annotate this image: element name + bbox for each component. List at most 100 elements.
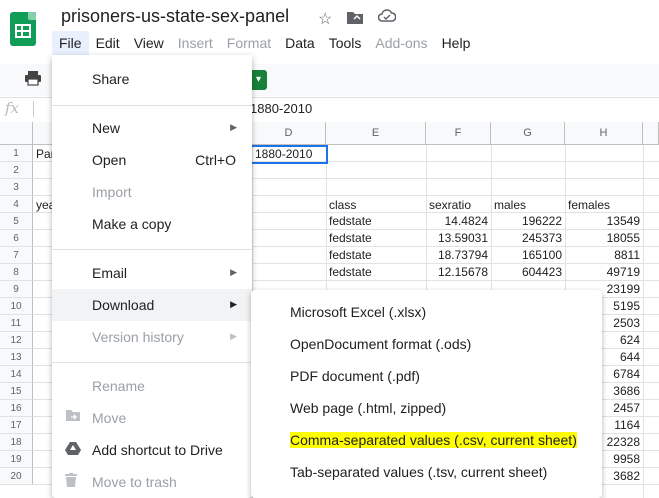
print-icon[interactable]	[24, 70, 42, 91]
menu-item-download[interactable]: Download ▶	[52, 289, 252, 321]
row-header[interactable]: 7	[0, 247, 33, 264]
row-header[interactable]: 16	[0, 400, 33, 417]
menu-item-email[interactable]: Email ▶	[52, 257, 252, 289]
cell-females[interactable]: 8811	[565, 247, 643, 264]
row-header[interactable]: 10	[0, 298, 33, 315]
download-html[interactable]: Web page (.html, zipped)	[251, 392, 602, 424]
menu-item-label: New	[92, 120, 121, 136]
menu-item-label: Import	[92, 184, 132, 200]
cell-class[interactable]: fedstate	[326, 264, 426, 281]
cell-females[interactable]: 13549	[565, 213, 643, 230]
cell-sexratio[interactable]: 13.59031	[426, 230, 491, 247]
column-header-i[interactable]	[643, 122, 659, 145]
row-header[interactable]: 9	[0, 281, 33, 298]
column-header-h[interactable]: H	[565, 122, 643, 145]
row-header[interactable]: 15	[0, 383, 33, 400]
menu-item-rename[interactable]: Rename	[52, 370, 252, 402]
cell-females[interactable]: 49719	[565, 264, 643, 281]
row-header[interactable]: 8	[0, 264, 33, 281]
menu-file[interactable]: File	[52, 31, 89, 55]
header-class[interactable]: class	[326, 197, 426, 214]
menu-item-label: Share	[92, 71, 130, 87]
column-header-f[interactable]: F	[426, 122, 491, 145]
menu-addons[interactable]: Add-ons	[368, 31, 434, 55]
menu-item-import[interactable]: Import	[52, 176, 252, 208]
menu-item-label: Microsoft Excel (.xlsx)	[290, 304, 427, 320]
menu-item-version-history[interactable]: Version history ▶	[52, 321, 252, 353]
menu-tools[interactable]: Tools	[322, 31, 369, 55]
menu-format[interactable]: Format	[220, 31, 278, 55]
download-submenu: Microsoft Excel (.xlsx) OpenDocument for…	[251, 290, 602, 498]
download-ods[interactable]: OpenDocument format (.ods)	[251, 328, 602, 360]
row-header[interactable]: 2	[0, 162, 33, 179]
menu-item-label: Make a copy	[92, 216, 172, 232]
row-header[interactable]: 3	[0, 179, 33, 196]
cell-males[interactable]: 165100	[491, 247, 565, 264]
download-xlsx[interactable]: Microsoft Excel (.xlsx)	[251, 296, 602, 328]
move-to-drive-icon[interactable]	[346, 9, 364, 30]
menu-item-label: OpenDocument format (.ods)	[290, 336, 472, 352]
column-header-e[interactable]: E	[326, 122, 426, 145]
menu-divider	[52, 362, 252, 363]
row-header[interactable]: 1	[0, 145, 33, 162]
formula-input[interactable]: 1880-2010	[250, 101, 312, 116]
cell-sexratio[interactable]: 18.73794	[426, 247, 491, 264]
cell-females[interactable]: 18055	[565, 230, 643, 247]
select-all-corner[interactable]	[0, 122, 33, 145]
row-header[interactable]: 19	[0, 451, 33, 468]
row-header[interactable]: 14	[0, 366, 33, 383]
document-title[interactable]: prisoners-us-state-sex-panel	[61, 6, 289, 27]
header-females[interactable]: females	[565, 197, 643, 214]
cloud-status-icon[interactable]	[377, 9, 397, 28]
download-tsv[interactable]: Tab-separated values (.tsv, current shee…	[251, 456, 602, 488]
menu-item-label: PDF document (.pdf)	[290, 368, 420, 384]
cell-sexratio[interactable]: 14.4824	[426, 213, 491, 230]
row-header[interactable]: 18	[0, 434, 33, 451]
menu-help[interactable]: Help	[435, 31, 478, 55]
dropdown-arrow-icon[interactable]: ▾	[250, 70, 267, 90]
menu-item-add-shortcut[interactable]: Add shortcut to Drive	[52, 434, 252, 466]
menu-item-share[interactable]: Share	[52, 63, 252, 95]
folder-move-icon	[65, 409, 81, 425]
star-icon[interactable]: ☆	[318, 9, 332, 29]
cell-class[interactable]: fedstate	[326, 213, 426, 230]
row-header[interactable]: 12	[0, 332, 33, 349]
cell-sexratio[interactable]: 12.15678	[426, 264, 491, 281]
menu-data[interactable]: Data	[278, 31, 322, 55]
menu-insert[interactable]: Insert	[171, 31, 220, 55]
menu-item-move[interactable]: Move	[52, 402, 252, 434]
menu-item-new[interactable]: New ▶	[52, 112, 252, 144]
header-males[interactable]: males	[491, 197, 565, 214]
cell-class[interactable]: fedstate	[326, 247, 426, 264]
formula-separator	[33, 101, 34, 117]
menu-item-label: Download	[92, 297, 155, 313]
row-header[interactable]: 13	[0, 349, 33, 366]
row-header[interactable]: 6	[0, 230, 33, 247]
cell-males[interactable]: 196222	[491, 213, 565, 230]
row-header[interactable]: 11	[0, 315, 33, 332]
menu-item-open[interactable]: Open Ctrl+O	[52, 144, 252, 176]
drive-shortcut-icon	[65, 441, 81, 458]
row-header[interactable]: 20	[0, 468, 33, 485]
cell-males[interactable]: 604423	[491, 264, 565, 281]
row-header[interactable]: 4	[0, 196, 33, 213]
submenu-arrow-icon: ▶	[230, 267, 237, 277]
cell-males[interactable]: 245373	[491, 230, 565, 247]
menu-item-label: Add shortcut to Drive	[92, 442, 223, 458]
row-header[interactable]: 5	[0, 213, 33, 230]
cell-class[interactable]: fedstate	[326, 230, 426, 247]
menu-item-label: Move to trash	[92, 474, 177, 490]
sheets-logo-grid-icon	[15, 24, 31, 38]
cell-d1[interactable]: 1880-2010	[250, 145, 328, 164]
menu-view[interactable]: View	[127, 31, 171, 55]
menu-item-make-copy[interactable]: Make a copy	[52, 208, 252, 240]
menu-edit[interactable]: Edit	[89, 31, 127, 55]
menu-item-label: Open	[92, 152, 127, 168]
column-header-d[interactable]: D	[252, 122, 326, 145]
header-sexratio[interactable]: sexratio	[426, 197, 491, 214]
column-header-g[interactable]: G	[491, 122, 565, 145]
download-pdf[interactable]: PDF document (.pdf)	[251, 360, 602, 392]
download-csv[interactable]: Comma-separated values (.csv, current sh…	[251, 424, 602, 456]
row-header[interactable]: 17	[0, 417, 33, 434]
menu-item-move-trash[interactable]: Move to trash	[52, 466, 252, 498]
